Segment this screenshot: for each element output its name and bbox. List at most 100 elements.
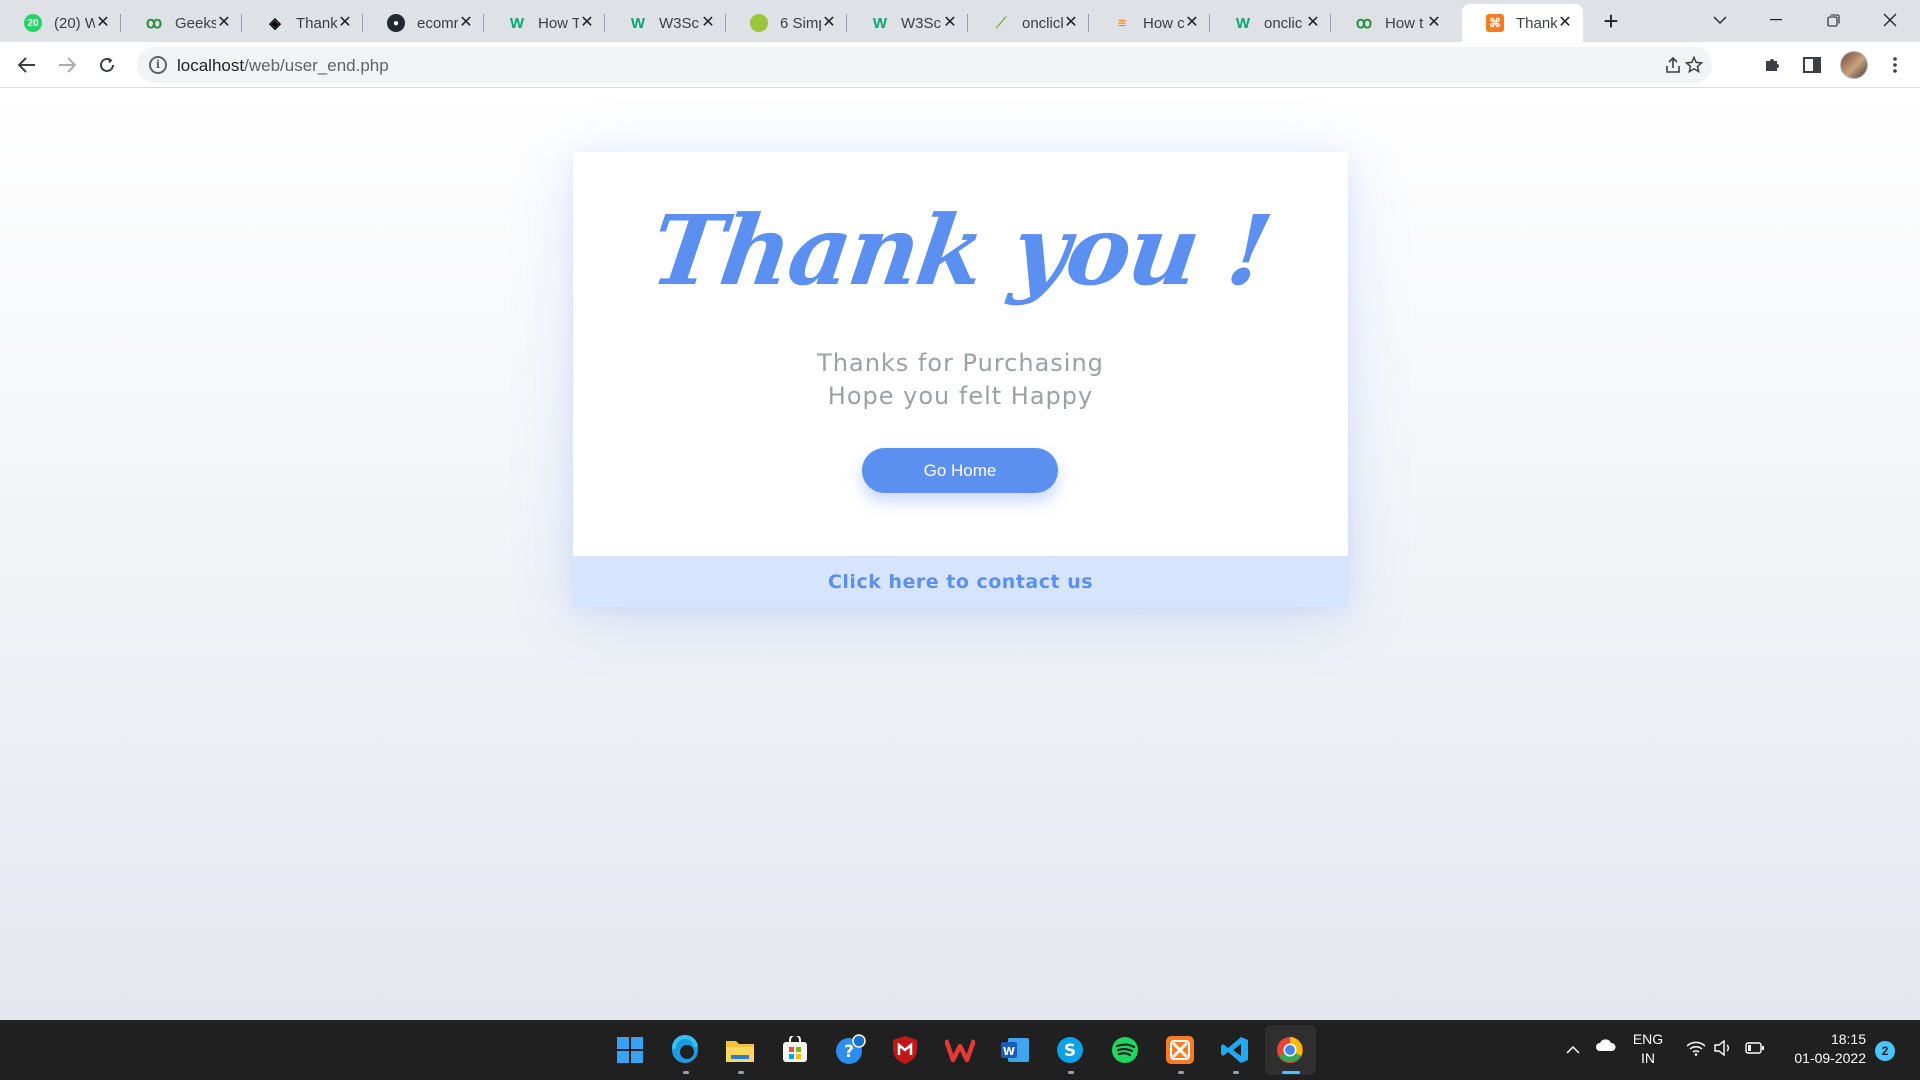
go-home-button[interactable]: Go Home (862, 448, 1058, 493)
edge-button[interactable] (669, 1034, 701, 1066)
browser-tab[interactable]: W W3Scl ✕ (605, 4, 726, 42)
contact-us-link[interactable]: Click here to contact us (828, 571, 1093, 593)
word-button[interactable]: W (999, 1034, 1031, 1066)
chrome-menu-button[interactable] (1880, 50, 1910, 80)
card-footer: Click here to contact us (573, 556, 1348, 607)
puzzle-icon (1766, 59, 1779, 71)
message-line-1: Thanks for Purchasing (817, 349, 1104, 377)
close-icon[interactable]: ✕ (942, 15, 958, 31)
browser-tab[interactable]: W How T ✕ (484, 4, 605, 42)
close-window-button[interactable] (1862, 0, 1918, 40)
tab-title: (20) W (54, 14, 95, 32)
get-help-icon: ? (836, 1034, 866, 1064)
message-line-2: Hope you felt Happy (827, 382, 1094, 410)
close-icon[interactable]: ✕ (216, 15, 232, 31)
onedrive-button[interactable] (1595, 1038, 1617, 1057)
close-icon[interactable]: ✕ (1305, 15, 1321, 31)
close-icon[interactable]: ✕ (95, 15, 111, 31)
tab-search-button[interactable] (1692, 0, 1748, 40)
browser-tab[interactable]: W W3Scl ✕ (847, 4, 968, 42)
browser-tab[interactable]: ꝏ How t ✕ (1331, 4, 1452, 42)
onedrive-icon (1596, 1039, 1616, 1051)
close-icon[interactable]: ✕ (337, 15, 353, 31)
close-icon[interactable]: ✕ (1557, 15, 1573, 31)
clock-date: 01-09-2022 (1794, 1050, 1866, 1066)
edge-icon (671, 1035, 698, 1063)
battery-button[interactable] (1745, 1041, 1765, 1060)
chrome-button[interactable] (1274, 1034, 1306, 1066)
restore-button[interactable] (1805, 0, 1861, 40)
page-title: Thank you ! (644, 194, 1277, 307)
browser-tab[interactable]: 6 Simp ✕ (726, 4, 847, 42)
notification-badge[interactable]: 2 (1875, 1041, 1895, 1061)
side-panel-button[interactable] (1797, 50, 1827, 80)
mcafee-button[interactable] (889, 1034, 921, 1066)
thank-you-card: Thank you ! Thanks for Purchasing Hope y… (573, 152, 1348, 607)
restore-icon (1826, 13, 1840, 27)
svg-text:S: S (1064, 1041, 1076, 1061)
start-button[interactable] (614, 1034, 646, 1066)
browser-toolbar: i localhost/web/user_end.php (0, 42, 1920, 88)
address-bar[interactable]: i localhost/web/user_end.php (137, 47, 1712, 83)
wifi-button[interactable] (1686, 1040, 1706, 1061)
extensions-button[interactable] (1757, 50, 1787, 80)
profile-avatar[interactable] (1840, 51, 1868, 79)
close-icon[interactable]: ✕ (458, 15, 474, 31)
spotify-button[interactable] (1109, 1034, 1141, 1066)
forward-button[interactable] (52, 50, 82, 80)
bookmark-star-button[interactable] (1679, 50, 1709, 80)
side-panel-icon (1803, 57, 1821, 73)
close-icon[interactable]: ✕ (821, 15, 837, 31)
running-indicator (683, 1071, 689, 1074)
vscode-button[interactable] (1219, 1034, 1251, 1066)
close-icon[interactable]: ✕ (1063, 15, 1079, 31)
close-icon[interactable]: ✕ (1426, 15, 1442, 31)
show-hidden-icons-button[interactable] (1566, 1040, 1580, 1059)
running-indicator (1068, 1071, 1074, 1074)
active-app-indicator (1282, 1071, 1300, 1074)
browser-tab[interactable]: 20 (20) W ✕ (0, 4, 121, 42)
browser-tab[interactable]: ꝏ Geeks ✕ (121, 4, 242, 42)
chevron-down-icon (1713, 15, 1727, 24)
folder-icon (726, 1041, 754, 1062)
close-icon[interactable]: ✕ (700, 15, 716, 31)
reload-icon (100, 57, 114, 72)
thank-you-message: Thanks for Purchasing Hope you felt Happ… (573, 347, 1348, 413)
browser-tab-active[interactable]: ⌘ Thank ✕ (1462, 4, 1583, 42)
new-tab-button[interactable]: + (1598, 8, 1624, 35)
language-region: IN (1641, 1050, 1655, 1066)
word-icon: W (1001, 1038, 1029, 1062)
minimize-button[interactable] (1748, 0, 1804, 40)
w3schools-icon: W (509, 14, 525, 32)
site-info-icon[interactable]: i (149, 56, 167, 74)
svg-text:?: ? (844, 1042, 854, 1062)
w3schools-icon: W (1235, 14, 1251, 32)
url-text[interactable]: localhost/web/user_end.php (177, 56, 389, 76)
stackoverflow-icon: ≡ (1117, 14, 1127, 32)
tab-title: W3Scl (901, 14, 942, 32)
language-indicator[interactable]: ENG IN (1628, 1030, 1668, 1068)
clock[interactable]: 18:15 01-09-2022 (1780, 1030, 1866, 1068)
xampp-button[interactable] (1164, 1034, 1196, 1066)
browser-tab[interactable]: ◈ Thank ✕ (242, 4, 363, 42)
volume-button[interactable] (1713, 1039, 1733, 1061)
microsoft-store-button[interactable] (779, 1034, 811, 1066)
file-explorer-button[interactable] (724, 1034, 756, 1066)
browser-tab[interactable]: ⟋ onclick ✕ (968, 4, 1089, 42)
back-button[interactable] (12, 50, 42, 80)
tab-title: How c (1143, 14, 1184, 32)
browser-tab[interactable]: ● ecomr ✕ (363, 4, 484, 42)
svg-text:W: W (1003, 1045, 1015, 1058)
get-help-button[interactable]: ? (834, 1034, 866, 1066)
reload-button[interactable] (92, 50, 122, 80)
wps-office-button[interactable] (944, 1034, 976, 1066)
close-icon[interactable]: ✕ (579, 15, 595, 31)
skype-button[interactable]: S (1054, 1034, 1086, 1066)
w3schools-icon: W (872, 14, 888, 32)
browser-tab[interactable]: ≡ How c ✕ (1089, 4, 1210, 42)
spotify-icon (1112, 1037, 1138, 1063)
close-icon[interactable]: ✕ (1184, 15, 1200, 31)
tab-title: ecomr (417, 14, 458, 32)
geeksforgeeks-icon: ꝏ (1355, 15, 1373, 32)
browser-tab[interactable]: W onclic ✕ (1210, 4, 1331, 42)
